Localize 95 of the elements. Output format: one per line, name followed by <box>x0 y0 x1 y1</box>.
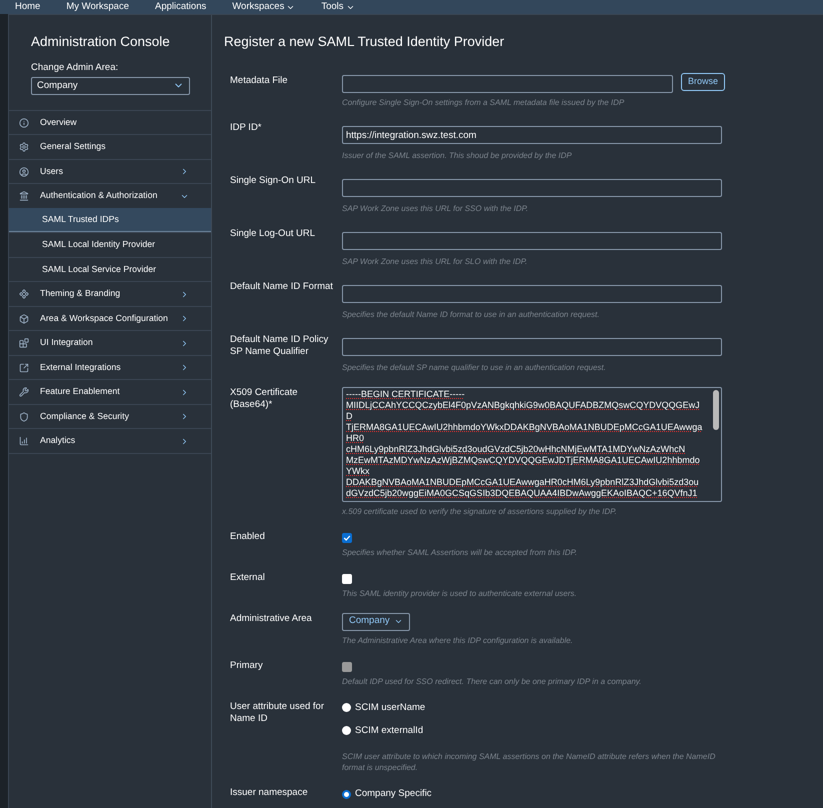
nav-link[interactable]: My Workspace <box>66 0 129 14</box>
sidebar-subitem[interactable]: SAML Trusted IDPs <box>9 208 211 232</box>
blocks-icon <box>19 338 29 348</box>
field-label: Enabled <box>230 530 266 544</box>
sidebar-item[interactable]: UI Integration <box>9 330 211 355</box>
chevron-right-icon <box>180 412 189 421</box>
user-icon <box>19 166 29 176</box>
sidebar-item[interactable]: External Integrations <box>9 354 211 380</box>
checkmark-icon <box>343 534 351 542</box>
nav-link[interactable]: Home <box>15 0 40 14</box>
admin-area-label: Change Admin Area: <box>31 60 120 74</box>
certificate-line: TjERMA8GA1UECAwIU2hhbmdoYWkxDDAKBgNVBAoMA1NBUDEpMCcGA1UEAwwga <box>346 422 702 432</box>
text-input-field[interactable] <box>342 338 722 356</box>
admin-area-select[interactable]: Company <box>31 76 190 95</box>
field-hint: Issuer of the SAML assertion. This shoud be provided by the IDP <box>342 150 573 160</box>
certificate-line: MIIDLjCCAhYCCQCzybEl4F0pVzANBgkqhkiG9w0BAQUFADBZMQswCQYDVQQGEwJ <box>346 400 700 410</box>
field-hint: Default IDP used for SSO redirect. There can only be one primary IDP in a company. <box>342 676 642 686</box>
box-icon <box>19 314 29 324</box>
field-hint: The Administrative Area where this IDP configuration is available. <box>342 634 574 646</box>
bar-chart-icon <box>19 436 29 446</box>
chevron-down-icon <box>394 617 403 626</box>
field-hint: x.509 certificate used to verify the signature of assertions supplied by the IDP. <box>342 506 618 516</box>
field-label: Issuer namespace <box>230 787 309 800</box>
certificate-line: HR0 <box>346 432 364 444</box>
sidebar-item[interactable]: General Settings <box>9 134 211 159</box>
radio-label: Company Specific <box>355 787 432 801</box>
sidebar-item[interactable]: Compliance & Security <box>9 404 211 428</box>
certificate-line: cHM6Ly9pbnRlZ3JhdGlvbi5zd3oudGVzdC5jb20wHhcNMjEwMTA1MDYwNzAzWhcN <box>346 444 686 454</box>
sidebar-item[interactable]: Overview <box>9 110 211 134</box>
chevron-right-icon <box>180 290 189 298</box>
radio-button[interactable] <box>342 790 351 799</box>
field-label: Metadata File <box>230 74 289 88</box>
diamond-dots-icon <box>19 289 29 299</box>
field-label: Default Name ID Format <box>230 280 334 294</box>
field-hint: SAP Work Zone uses this URL for SLO with the IDP. <box>342 256 528 266</box>
shield-icon <box>19 412 29 422</box>
field-label: External <box>230 572 266 584</box>
file-path-field[interactable] <box>342 74 673 92</box>
text-input-field[interactable] <box>342 179 722 197</box>
chevron-right-icon <box>180 363 189 372</box>
field-label: Administrative Area <box>230 612 313 626</box>
chevron-right-icon <box>180 314 189 323</box>
info-icon <box>19 118 29 128</box>
field-label: User attribute used for Name ID <box>230 700 325 726</box>
chevron-right-icon <box>180 388 189 396</box>
sidebar-title: Administration Console <box>31 33 171 52</box>
text-input-field[interactable]: https://integration.swz.test.com <box>342 126 722 144</box>
chevron-right-icon <box>180 436 189 446</box>
radio-button[interactable] <box>342 703 351 712</box>
field-hint: Specifies the default SP name qualifier to use in an authentication request. <box>342 362 607 372</box>
certificate-text-area[interactable] <box>342 386 722 502</box>
field-hint: SAP Work Zone uses this URL for SSO with the IDP. <box>342 202 530 214</box>
certificate-line: -----BEGIN CERTIFICATE----- <box>346 388 465 400</box>
field-label: Single Sign-On URL <box>230 174 317 188</box>
certificate-line: YWkx <box>346 466 370 476</box>
scrollbar[interactable] <box>713 390 719 430</box>
field-hint: Specifies whether SAML Assertions will be accepted from this IDP. <box>342 546 578 558</box>
text-input-field[interactable] <box>342 232 722 250</box>
field-label: Single Log-Out URL <box>230 228 316 240</box>
nav-link[interactable]: Workspaces <box>232 0 296 14</box>
field-label: X509 Certificate (Base64)* <box>230 386 299 412</box>
landmark-icon <box>19 191 29 201</box>
checkbox[interactable] <box>342 532 352 542</box>
sidebar-item[interactable]: Users <box>9 158 211 184</box>
field-label: Primary <box>230 660 264 672</box>
sidebar-item[interactable]: Analytics <box>9 428 211 453</box>
radio-label: SCIM userName <box>355 700 426 714</box>
browse-button[interactable]: Browse <box>681 72 726 90</box>
sidebar-item[interactable]: Feature Enablement <box>9 379 211 404</box>
chevron-right-icon <box>180 167 189 176</box>
radio-label: SCIM externalId <box>355 724 424 738</box>
radio-button[interactable] <box>342 726 351 736</box>
nav-link[interactable]: Applications <box>155 0 206 14</box>
field-hint: Configure Single Sign-On settings from a SAML metadata file issued by the IDP <box>342 96 626 108</box>
nav-link[interactable]: Tools <box>321 0 355 14</box>
certificate-line: dGVzdC5jb20wggEiMA0GCSqGSIb3DQEBAQUAA4IBDwAwggEKAoIBAQC+16QVfnJ1 <box>346 488 698 498</box>
certificate-line: D <box>346 410 352 422</box>
field-label: Default Name ID Policy SP Name Qualifier <box>230 334 330 358</box>
external-link-icon <box>19 362 29 372</box>
sidebar-item[interactable]: Area & Workspace Configuration <box>9 306 211 330</box>
wrench-icon <box>19 387 29 397</box>
field-hint: Specifies the default Name ID format to use in an authentication request. <box>342 308 600 320</box>
field-hint: SCIM user attribute to which incoming SAML assertions on the NameID attribute refers when the NameID format is unspecified. <box>342 751 716 773</box>
sidebar-subitem[interactable]: SAML Local Service Provider <box>9 256 211 282</box>
page-title: Register a new SAML Trusted Identity Provider <box>224 33 506 52</box>
text-input-field[interactable] <box>342 285 722 303</box>
sidebar-item[interactable]: Theming & Branding <box>9 281 211 306</box>
field-label: IDP ID* <box>230 122 263 134</box>
sidebar-subitem[interactable]: SAML Local Identity Provider <box>9 232 211 257</box>
chevron-right-icon <box>180 338 189 348</box>
area-select[interactable]: Company <box>342 612 410 630</box>
settings-icon <box>19 142 29 152</box>
field-hint: This SAML identity provider is used to authenticate external users. <box>342 588 578 598</box>
certificate-line: MzEwMTAzMDYwNzAzWjBZMQswCQYDVQQGEwJDTjERMA8GA1UECAwIU2hhbmdo <box>346 454 700 466</box>
certificate-line: DDAKBgNVBAoMA1NBUDEpMCcGA1UEAwwgaHR0cHM6Ly9pbnRlZ3JhdGlvbi5zd3ou <box>346 476 699 488</box>
